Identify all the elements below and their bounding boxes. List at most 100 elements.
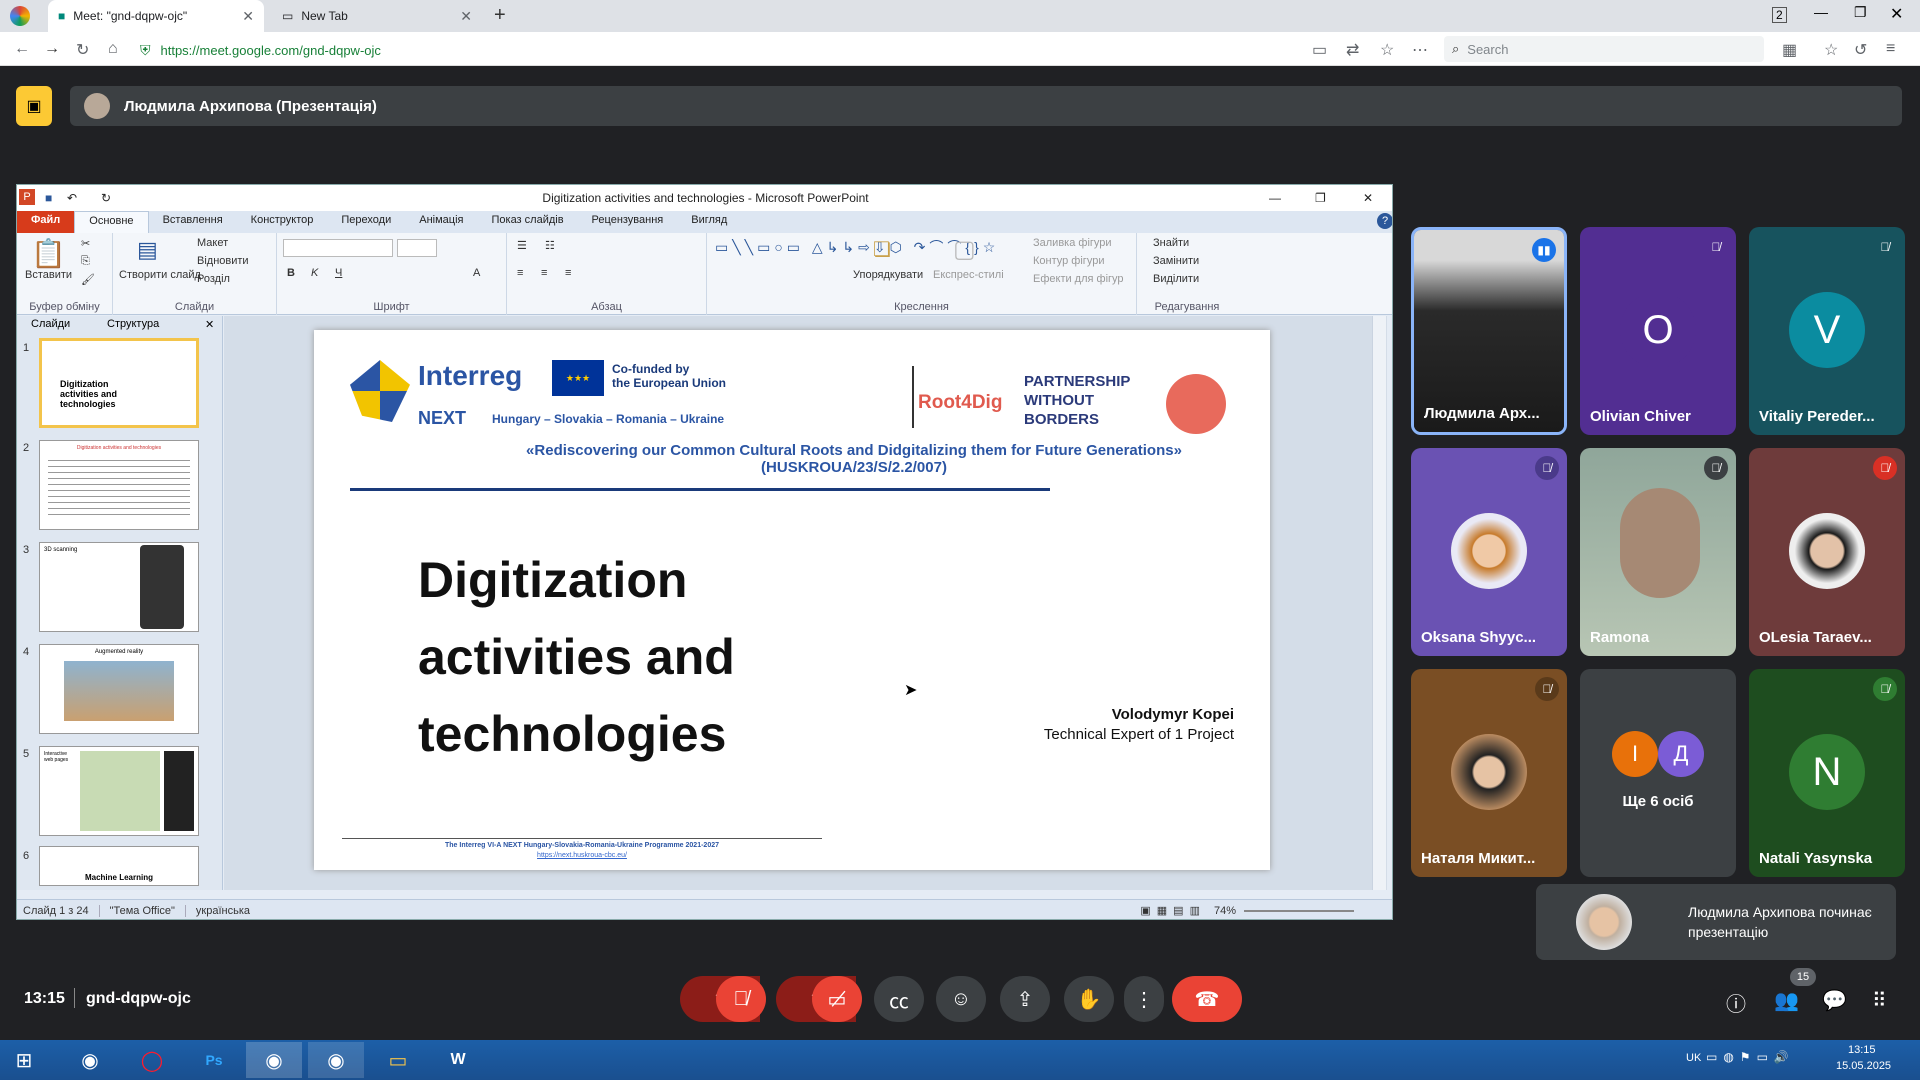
tab-animations[interactable]: Анімація: [405, 211, 477, 233]
url-field[interactable]: ⛨ https://meet.google.com/gnd-dqpw-ojc: [140, 37, 1340, 63]
ppt-close-icon[interactable]: ✕: [1363, 185, 1373, 211]
tab-slideshow[interactable]: Показ слайдів: [477, 211, 577, 233]
shapes-gallery[interactable]: ▭╲╲▭○▭ △↳↳⇨⇩⬡ ↷⌒⌒{}☆: [715, 237, 995, 291]
tab-insert[interactable]: Вставлення: [149, 211, 237, 233]
tab-transitions[interactable]: Переходи: [327, 211, 405, 233]
close-window-icon[interactable]: ✕: [1890, 4, 1903, 24]
redo-icon[interactable]: ↻: [101, 185, 111, 211]
tab-design[interactable]: Конструктор: [237, 211, 328, 233]
close-pane-icon[interactable]: ✕: [205, 318, 214, 331]
hamburger-menu-icon[interactable]: ≡: [1886, 40, 1895, 58]
activities-icon[interactable]: ⠿: [1872, 988, 1887, 1013]
help-icon[interactable]: ?: [1377, 213, 1392, 229]
tab-meet[interactable]: ■ Meet: "gnd-dqpw-ojc" ✕: [48, 0, 264, 32]
home-icon[interactable]: ⌂: [108, 40, 118, 58]
participant-tile[interactable]: 🎙̸ Наталя Микит...: [1411, 669, 1567, 877]
new-slide-button[interactable]: Створити слайд: [119, 269, 201, 281]
shape-outline-button[interactable]: Контур фігури: [1033, 255, 1104, 267]
slide-thumbnail[interactable]: Interactive web pages: [39, 746, 199, 836]
participant-tile[interactable]: 🎙̸ Ramona: [1580, 448, 1736, 656]
underline-icon[interactable]: Ч: [335, 267, 342, 279]
participant-tile[interactable]: 🎙̸ OLesia Taraev...: [1749, 448, 1905, 656]
chrome-taskbar-icon[interactable]: ◉: [62, 1042, 118, 1078]
replace-button[interactable]: Замінити: [1153, 255, 1199, 267]
tab-list-icon[interactable]: 2: [1772, 7, 1787, 23]
ppt-minimize-icon[interactable]: —: [1269, 185, 1281, 211]
save-icon[interactable]: ■: [45, 185, 52, 211]
clock-date[interactable]: 15.05.2025: [1836, 1060, 1891, 1072]
view-buttons[interactable]: ▣▦▤▥: [1140, 904, 1206, 917]
arrange-button[interactable]: Упорядкувати: [853, 269, 923, 281]
vertical-scrollbar[interactable]: [1372, 316, 1386, 890]
slide-canvas[interactable]: Interreg ★★★ Co-funded by the European U…: [314, 330, 1270, 870]
font-color-icon[interactable]: A: [473, 267, 480, 279]
keyboard-language[interactable]: UK: [1686, 1052, 1701, 1064]
more-options-icon[interactable]: ⋮: [1124, 976, 1164, 1022]
forward-icon[interactable]: →: [44, 40, 60, 58]
new-slide-icon[interactable]: ▤: [137, 237, 158, 263]
meeting-details-icon[interactable]: ⓘ: [1726, 988, 1746, 1017]
font-size-select[interactable]: [397, 239, 437, 257]
search-input[interactable]: ⌕ Search: [1444, 36, 1764, 62]
shape-fill-button[interactable]: Заливка фігури: [1033, 237, 1112, 249]
tab-new-tab[interactable]: ▭ New Tab ✕: [272, 0, 482, 32]
layout-button[interactable]: Макет: [197, 237, 228, 249]
quick-styles-icon[interactable]: ▢: [953, 235, 976, 264]
chat-icon[interactable]: 💬: [1822, 988, 1847, 1013]
reader-view-icon[interactable]: ▭: [1312, 40, 1327, 60]
slide-thumbnail[interactable]: Machine Learning: [39, 846, 199, 886]
quick-styles-button[interactable]: Експрес-стилі: [933, 269, 1004, 281]
present-screen-icon[interactable]: ⇪: [1000, 976, 1050, 1022]
align-center-icon[interactable]: ≡: [541, 267, 547, 279]
slide-thumbnail[interactable]: Digitization activities and technologies: [39, 338, 199, 428]
apps-grid-icon[interactable]: ▦: [1782, 40, 1797, 60]
font-family-select[interactable]: [283, 239, 393, 257]
slide-thumbnail[interactable]: 3D scanning: [39, 542, 199, 632]
italic-icon[interactable]: K: [311, 267, 318, 279]
participant-tile[interactable]: 🎙̸ Oksana Shyyc...: [1411, 448, 1567, 656]
people-icon[interactable]: 👥: [1774, 988, 1799, 1013]
participant-tile[interactable]: N 🎙̸ Natali Yasynska: [1749, 669, 1905, 877]
tab-review[interactable]: Рецензування: [578, 211, 678, 233]
restore-window-icon[interactable]: ❐: [1854, 4, 1867, 21]
translate-icon[interactable]: ⇄: [1346, 40, 1359, 60]
leave-call-button[interactable]: ☎: [1172, 976, 1242, 1022]
more-menu-icon[interactable]: ⋯: [1412, 40, 1428, 60]
participant-tile[interactable]: O 🎙̸ Olivian Chiver: [1580, 227, 1736, 435]
participant-tile[interactable]: ▮▮ Людмила Арх...: [1411, 227, 1567, 435]
paste-button[interactable]: Вставити: [25, 269, 72, 281]
pane-tab-slides[interactable]: Слайди: [31, 318, 70, 330]
format-painter-icon[interactable]: 🖌: [81, 273, 95, 286]
emoji-icon[interactable]: ☺: [936, 976, 986, 1022]
close-tab-icon[interactable]: ✕: [460, 8, 472, 25]
close-tab-icon[interactable]: ✕: [242, 8, 254, 25]
new-tab-button[interactable]: +: [494, 4, 506, 27]
word-taskbar-icon[interactable]: W: [430, 1042, 486, 1078]
shape-effects-button[interactable]: Ефекти для фігур: [1033, 273, 1124, 285]
mic-off-icon[interactable]: 🎙̸: [716, 976, 766, 1022]
zoom-slider[interactable]: [1244, 909, 1354, 912]
reload-icon[interactable]: ↻: [76, 40, 89, 60]
cut-icon[interactable]: ✂: [81, 237, 90, 250]
numbering-icon[interactable]: ☷: [545, 239, 555, 252]
bookmark-star-icon[interactable]: ☆: [1380, 40, 1394, 60]
bullets-icon[interactable]: ☰: [517, 239, 527, 252]
minimize-window-icon[interactable]: —: [1814, 4, 1828, 20]
tab-view[interactable]: Вигляд: [677, 211, 741, 233]
align-right-icon[interactable]: ≡: [565, 267, 571, 279]
reset-button[interactable]: Відновити: [197, 255, 249, 267]
arrange-icon[interactable]: ❏: [873, 237, 891, 262]
copy-icon[interactable]: ⎘: [81, 255, 90, 268]
tab-home[interactable]: Основне: [74, 211, 149, 233]
history-icon[interactable]: ↺: [1854, 40, 1867, 60]
tab-file[interactable]: Файл: [17, 211, 75, 233]
favorites-icon[interactable]: ☆: [1824, 40, 1838, 60]
paste-icon[interactable]: 📋: [31, 237, 66, 270]
tray-icons[interactable]: ▭◍⚑▭🔊: [1706, 1050, 1795, 1064]
find-button[interactable]: Знайти: [1153, 237, 1189, 249]
file-explorer-taskbar-icon[interactable]: ▭: [370, 1042, 426, 1078]
opera-taskbar-icon[interactable]: ◯: [124, 1042, 180, 1078]
clock-time[interactable]: 13:15: [1848, 1044, 1876, 1056]
align-left-icon[interactable]: ≡: [517, 267, 523, 279]
chrome-taskbar-icon-2[interactable]: ◉: [308, 1042, 364, 1078]
